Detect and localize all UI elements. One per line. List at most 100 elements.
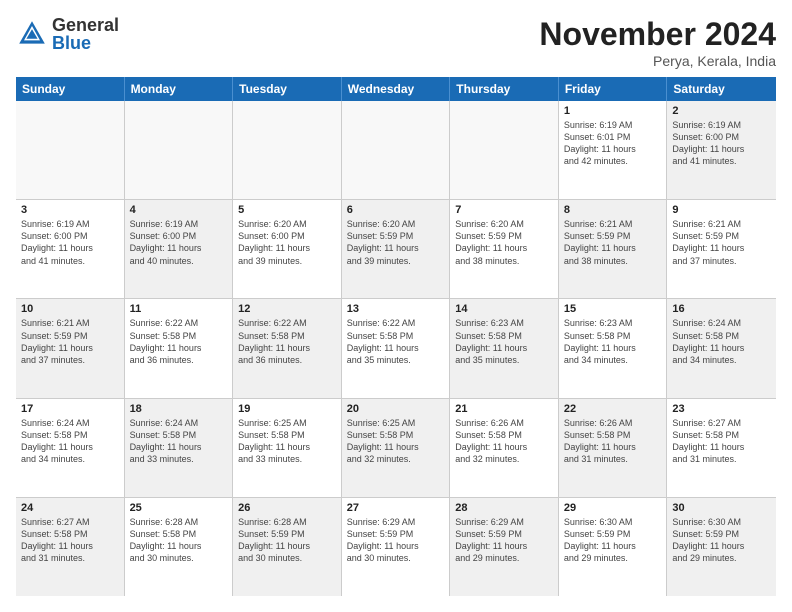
day-info: Sunrise: 6:19 AM Sunset: 6:00 PM Dayligh… bbox=[672, 119, 771, 168]
day-number: 20 bbox=[347, 403, 445, 415]
day-info: Sunrise: 6:26 AM Sunset: 5:58 PM Dayligh… bbox=[455, 417, 553, 466]
day-number: 21 bbox=[455, 403, 553, 415]
calendar-cell: 29Sunrise: 6:30 AM Sunset: 5:59 PM Dayli… bbox=[559, 498, 668, 596]
calendar-cell bbox=[125, 101, 234, 199]
calendar-cell: 19 Sunrise: 6:25 AM Sunset: 5:58 PM Dayli… bbox=[233, 399, 342, 497]
day-number: 24 bbox=[21, 502, 119, 514]
calendar-cell: 11Sunrise: 6:22 AM Sunset: 5:58 PM Dayli… bbox=[125, 299, 234, 397]
day-info: Sunrise: 6:21 AM Sunset: 5:59 PM Dayligh… bbox=[21, 317, 119, 366]
day-number: 17 bbox=[21, 403, 119, 415]
day-info: Sunrise: 6:29 AM Sunset: 5:59 PM Dayligh… bbox=[347, 516, 445, 565]
day-number: 28 bbox=[455, 502, 553, 514]
logo-general-label: General bbox=[52, 16, 119, 34]
header-cell-thursday: Thursday bbox=[450, 77, 559, 101]
day-number: 1 bbox=[564, 105, 662, 117]
day-number: 30 bbox=[672, 502, 771, 514]
calendar-cell: 16 Sunrise: 6:24 AM Sunset: 5:58 PM Dayli… bbox=[667, 299, 776, 397]
header-cell-monday: Monday bbox=[125, 77, 234, 101]
calendar-cell: 10 Sunrise: 6:21 AM Sunset: 5:59 PM Dayli… bbox=[16, 299, 125, 397]
day-info: Sunrise: 6:27 AM Sunset: 5:58 PM Dayligh… bbox=[21, 516, 119, 565]
header-cell-sunday: Sunday bbox=[16, 77, 125, 101]
calendar-cell: 27 Sunrise: 6:29 AM Sunset: 5:59 PM Dayli… bbox=[342, 498, 451, 596]
day-number: 8 bbox=[564, 204, 662, 216]
calendar-cell: 22 Sunrise: 6:26 AM Sunset: 5:58 PM Dayli… bbox=[559, 399, 668, 497]
day-info: Sunrise: 6:25 AM Sunset: 5:58 PM Dayligh… bbox=[238, 417, 336, 466]
day-number: 13 bbox=[347, 303, 445, 315]
page: General Blue November 2024 Perya, Kerala… bbox=[0, 0, 792, 612]
calendar-cell: 13 Sunrise: 6:22 AM Sunset: 5:58 PM Dayli… bbox=[342, 299, 451, 397]
day-info: Sunrise: 6:24 AM Sunset: 5:58 PM Dayligh… bbox=[672, 317, 771, 366]
day-info: Sunrise: 6:21 AM Sunset: 5:59 PM Dayligh… bbox=[564, 218, 662, 267]
calendar-row-1: 3 Sunrise: 6:19 AM Sunset: 6:00 PM Daylig… bbox=[16, 200, 776, 299]
day-info: Sunrise: 6:22 AM Sunset: 5:58 PM Dayligh… bbox=[347, 317, 445, 366]
calendar-cell: 2Sunrise: 6:19 AM Sunset: 6:00 PM Daylig… bbox=[667, 101, 776, 199]
calendar-cell bbox=[16, 101, 125, 199]
day-number: 5 bbox=[238, 204, 336, 216]
day-number: 7 bbox=[455, 204, 553, 216]
calendar-cell: 8 Sunrise: 6:21 AM Sunset: 5:59 PM Daylig… bbox=[559, 200, 668, 298]
calendar-cell bbox=[233, 101, 342, 199]
calendar-cell: 24 Sunrise: 6:27 AM Sunset: 5:58 PM Dayli… bbox=[16, 498, 125, 596]
calendar-cell bbox=[342, 101, 451, 199]
calendar-cell: 26 Sunrise: 6:28 AM Sunset: 5:59 PM Dayli… bbox=[233, 498, 342, 596]
day-number: 27 bbox=[347, 502, 445, 514]
calendar-cell: 18Sunrise: 6:24 AM Sunset: 5:58 PM Dayli… bbox=[125, 399, 234, 497]
day-info: Sunrise: 6:22 AM Sunset: 5:58 PM Dayligh… bbox=[238, 317, 336, 366]
day-info: Sunrise: 6:23 AM Sunset: 5:58 PM Dayligh… bbox=[564, 317, 662, 366]
calendar-cell: 30 Sunrise: 6:30 AM Sunset: 5:59 PM Dayli… bbox=[667, 498, 776, 596]
location: Perya, Kerala, India bbox=[539, 53, 776, 69]
day-number: 9 bbox=[672, 204, 771, 216]
day-number: 10 bbox=[21, 303, 119, 315]
month-title: November 2024 bbox=[539, 16, 776, 53]
calendar-cell: 3 Sunrise: 6:19 AM Sunset: 6:00 PM Daylig… bbox=[16, 200, 125, 298]
day-info: Sunrise: 6:24 AM Sunset: 5:58 PM Dayligh… bbox=[21, 417, 119, 466]
calendar-row-0: 1 Sunrise: 6:19 AM Sunset: 6:01 PM Daylig… bbox=[16, 101, 776, 200]
day-info: Sunrise: 6:20 AM Sunset: 5:59 PM Dayligh… bbox=[455, 218, 553, 267]
calendar-header: SundayMondayTuesdayWednesdayThursdayFrid… bbox=[16, 77, 776, 101]
day-number: 23 bbox=[672, 403, 771, 415]
day-number: 25 bbox=[130, 502, 228, 514]
day-number: 19 bbox=[238, 403, 336, 415]
day-info: Sunrise: 6:26 AM Sunset: 5:58 PM Dayligh… bbox=[564, 417, 662, 466]
calendar-row-4: 24 Sunrise: 6:27 AM Sunset: 5:58 PM Dayli… bbox=[16, 498, 776, 596]
day-number: 26 bbox=[238, 502, 336, 514]
logo: General Blue bbox=[16, 16, 119, 52]
day-info: Sunrise: 6:24 AM Sunset: 5:58 PM Dayligh… bbox=[130, 417, 228, 466]
day-number: 14 bbox=[455, 303, 553, 315]
day-info: Sunrise: 6:19 AM Sunset: 6:00 PM Dayligh… bbox=[130, 218, 228, 267]
calendar-cell: 6 Sunrise: 6:20 AM Sunset: 5:59 PM Daylig… bbox=[342, 200, 451, 298]
calendar-cell: 12Sunrise: 6:22 AM Sunset: 5:58 PM Dayli… bbox=[233, 299, 342, 397]
header-cell-saturday: Saturday bbox=[667, 77, 776, 101]
day-info: Sunrise: 6:29 AM Sunset: 5:59 PM Dayligh… bbox=[455, 516, 553, 565]
calendar: SundayMondayTuesdayWednesdayThursdayFrid… bbox=[16, 77, 776, 596]
calendar-cell: 25Sunrise: 6:28 AM Sunset: 5:58 PM Dayli… bbox=[125, 498, 234, 596]
day-number: 16 bbox=[672, 303, 771, 315]
calendar-cell: 21 Sunrise: 6:26 AM Sunset: 5:58 PM Dayli… bbox=[450, 399, 559, 497]
calendar-cell: 1 Sunrise: 6:19 AM Sunset: 6:01 PM Daylig… bbox=[559, 101, 668, 199]
calendar-cell: 17 Sunrise: 6:24 AM Sunset: 5:58 PM Dayli… bbox=[16, 399, 125, 497]
calendar-row-2: 10 Sunrise: 6:21 AM Sunset: 5:59 PM Dayli… bbox=[16, 299, 776, 398]
calendar-cell: 14 Sunrise: 6:23 AM Sunset: 5:58 PM Dayli… bbox=[450, 299, 559, 397]
calendar-cell: 28 Sunrise: 6:29 AM Sunset: 5:59 PM Dayli… bbox=[450, 498, 559, 596]
day-number: 4 bbox=[130, 204, 228, 216]
calendar-cell: 4 Sunrise: 6:19 AM Sunset: 6:00 PM Daylig… bbox=[125, 200, 234, 298]
day-info: Sunrise: 6:27 AM Sunset: 5:58 PM Dayligh… bbox=[672, 417, 771, 466]
day-info: Sunrise: 6:20 AM Sunset: 5:59 PM Dayligh… bbox=[347, 218, 445, 267]
day-number: 22 bbox=[564, 403, 662, 415]
day-number: 6 bbox=[347, 204, 445, 216]
day-info: Sunrise: 6:23 AM Sunset: 5:58 PM Dayligh… bbox=[455, 317, 553, 366]
calendar-cell: 5Sunrise: 6:20 AM Sunset: 6:00 PM Daylig… bbox=[233, 200, 342, 298]
day-number: 3 bbox=[21, 204, 119, 216]
day-info: Sunrise: 6:22 AM Sunset: 5:58 PM Dayligh… bbox=[130, 317, 228, 366]
logo-blue-label: Blue bbox=[52, 34, 119, 52]
day-info: Sunrise: 6:30 AM Sunset: 5:59 PM Dayligh… bbox=[564, 516, 662, 565]
day-info: Sunrise: 6:21 AM Sunset: 5:59 PM Dayligh… bbox=[672, 218, 771, 267]
day-info: Sunrise: 6:19 AM Sunset: 6:00 PM Dayligh… bbox=[21, 218, 119, 267]
day-info: Sunrise: 6:30 AM Sunset: 5:59 PM Dayligh… bbox=[672, 516, 771, 565]
title-block: November 2024 Perya, Kerala, India bbox=[539, 16, 776, 69]
calendar-cell: 15Sunrise: 6:23 AM Sunset: 5:58 PM Dayli… bbox=[559, 299, 668, 397]
day-info: Sunrise: 6:19 AM Sunset: 6:01 PM Dayligh… bbox=[564, 119, 662, 168]
logo-icon bbox=[16, 18, 48, 50]
header: General Blue November 2024 Perya, Kerala… bbox=[16, 16, 776, 69]
day-info: Sunrise: 6:28 AM Sunset: 5:59 PM Dayligh… bbox=[238, 516, 336, 565]
